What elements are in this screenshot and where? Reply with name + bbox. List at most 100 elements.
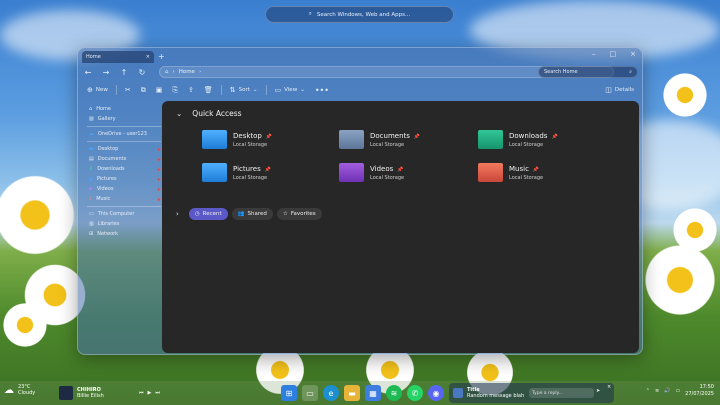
sidebar-item-home[interactable]: ⌂ Home (85, 104, 163, 114)
sidebar-item-videos[interactable]: ▶ Videos 📌 (85, 184, 163, 194)
navigation-pane: ⌂ Home ▨ Gallery ☁ OneDrive - user123 ▬ Desk… (85, 104, 163, 344)
chevron-down-icon: ⌄ (300, 87, 305, 93)
pin-icon: 📌 (532, 166, 540, 173)
start-icon[interactable]: ⊞ (281, 385, 297, 401)
notification-reply-input[interactable]: Type a reply... (529, 388, 594, 398)
folder-downloads[interactable]: Downloads 📌 Local Storage (478, 130, 558, 149)
pictures-icon: ▲ (89, 176, 93, 182)
up-icon[interactable]: ↑ (116, 68, 132, 77)
chevron-up-icon[interactable]: ⌃ (646, 388, 650, 394)
sidebar-item-label: Documents (97, 156, 127, 162)
quick-access-header[interactable]: ⌄ Quick Access (176, 109, 242, 118)
sort-label: Sort (238, 87, 250, 93)
edge-icon[interactable]: e (323, 385, 339, 401)
delete-button[interactable]: 🗑 (199, 83, 218, 97)
new-tab-icon[interactable]: + (158, 52, 165, 61)
minimize-icon[interactable]: – (592, 50, 596, 58)
clock-date: 27/07/2025 (685, 391, 714, 397)
folder-desktop[interactable]: Desktop 📌 Local Storage (202, 130, 272, 149)
home-icon: ⌂ (165, 69, 169, 75)
folder-subtitle: Local Storage (370, 174, 405, 181)
new-button[interactable]: ⊕ New (82, 83, 113, 97)
file-explorer-icon[interactable]: ▬ (344, 385, 360, 401)
library-icon: ▥ (89, 221, 94, 227)
sidebar-item-documents[interactable]: ▤ Documents 📌 (85, 154, 163, 164)
notification-widget[interactable]: Title Random message blah Type a reply...… (449, 383, 614, 403)
tab-home[interactable]: Home × (82, 51, 154, 63)
maximize-icon[interactable]: □ (610, 50, 617, 58)
chevron-right-icon[interactable]: › (176, 210, 179, 218)
sidebar-item-libraries[interactable]: ▥ Libraries (85, 219, 163, 229)
previous-track-icon[interactable]: ⏮ (139, 390, 144, 396)
clock[interactable]: 17:50 27/07/2025 (685, 384, 714, 398)
rename-button[interactable]: ⎘ (167, 83, 183, 97)
whatsapp-icon[interactable]: ✆ (407, 385, 423, 401)
sidebar-item-downloads[interactable]: ⬇ Downloads 📌 (85, 164, 163, 174)
background-daisy (640, 240, 720, 320)
share-button[interactable]: ⇪ (183, 83, 199, 97)
folder-documents[interactable]: Documents 📌 Local Storage (339, 130, 420, 149)
wifi-icon[interactable]: ≋ (655, 388, 659, 394)
refresh-icon[interactable]: ↻ (134, 68, 150, 77)
pin-icon: 📌 (156, 166, 161, 172)
folder-icon (202, 130, 227, 149)
chip-shared[interactable]: 👥 Shared (231, 208, 273, 220)
copy-button[interactable]: ⧉ (136, 83, 151, 97)
spotify-icon[interactable]: ≋ (386, 385, 402, 401)
sidebar-item-network[interactable]: ⊞ Network (85, 229, 163, 239)
sidebar-item-label: Desktop (97, 146, 119, 152)
sort-icon: ⇅ (229, 86, 236, 94)
volume-icon[interactable]: 🔊 (664, 388, 670, 394)
sidebar-item-onedrive[interactable]: ☁ OneDrive - user123 (85, 129, 163, 139)
close-icon[interactable]: × (607, 384, 611, 390)
folder-name: Downloads (509, 131, 548, 140)
weather-widget[interactable]: ☁ 23°C Cloudy (4, 384, 35, 396)
sidebar-item-music[interactable]: ♪ Music 📌 (85, 194, 163, 204)
sidebar-item-gallery[interactable]: ▨ Gallery (85, 114, 163, 124)
breadcrumb-home[interactable]: Home (179, 69, 195, 75)
folder-videos[interactable]: Videos 📌 Local Storage (339, 163, 404, 182)
new-label: New (95, 87, 108, 93)
breadcrumb-separator-icon: › (198, 69, 202, 75)
media-widget[interactable]: CHIHIRO Billie Eilish ⏮ ▶ ⏭ (59, 384, 170, 402)
forward-icon[interactable]: → (98, 68, 114, 77)
window-search-placeholder: Search Home (544, 69, 578, 75)
tab-close-icon[interactable]: × (146, 54, 150, 60)
view-button[interactable]: ▭ View ⌄ (270, 83, 310, 97)
task-view-icon[interactable]: ▭ (302, 385, 318, 401)
toolbar-divider (265, 85, 267, 95)
folder-icon (478, 163, 503, 182)
folder-music[interactable]: Music 📌 Local Storage (478, 163, 543, 182)
back-icon[interactable]: ← (80, 68, 96, 77)
title-bar: Home × + – □ × (78, 48, 642, 64)
folder-name: Pictures (233, 164, 261, 173)
close-icon[interactable]: × (630, 50, 636, 58)
more-options-button[interactable]: ••• (310, 83, 334, 97)
video-icon: ▶ (89, 186, 93, 192)
pin-icon: 📌 (264, 166, 271, 173)
folder-subtitle: Local Storage (509, 141, 544, 148)
details-label: Details (614, 87, 634, 93)
store-icon[interactable]: ▦ (365, 385, 381, 401)
folder-pictures[interactable]: Pictures 📌 Local Storage (202, 163, 271, 182)
details-button[interactable]: ◫ Details (605, 83, 634, 97)
global-search-bar[interactable]: ⌕ Search Windows, Web and Apps... (265, 6, 454, 23)
sidebar-item-this-computer[interactable]: ▭ This Computer (85, 209, 163, 219)
window-search-input[interactable]: Search Home ⌕ (538, 66, 638, 78)
sidebar-item-desktop[interactable]: ▬ Desktop 📌 (85, 144, 163, 154)
chip-recent[interactable]: ◷ Recent (188, 208, 228, 220)
view-icon: ▭ (274, 86, 282, 94)
send-icon[interactable]: ➤ (596, 388, 600, 394)
sort-button[interactable]: ⇅ Sort ⌄ (225, 83, 263, 97)
paste-button[interactable]: ▣ (151, 83, 168, 97)
discord-icon[interactable]: ◉ (428, 385, 444, 401)
next-track-icon[interactable]: ⏭ (155, 390, 160, 396)
cut-icon: ✂ (124, 86, 131, 94)
cut-button[interactable]: ✂ (120, 83, 136, 97)
tab-title: Home (86, 54, 101, 60)
battery-icon[interactable]: ▭ (675, 388, 680, 394)
chip-favorites[interactable]: ☆ Favorites (276, 208, 322, 220)
play-icon[interactable]: ▶ (148, 390, 152, 396)
sidebar-item-pictures[interactable]: ▲ Pictures 📌 (85, 174, 163, 184)
reply-placeholder: Type a reply... (532, 390, 563, 396)
